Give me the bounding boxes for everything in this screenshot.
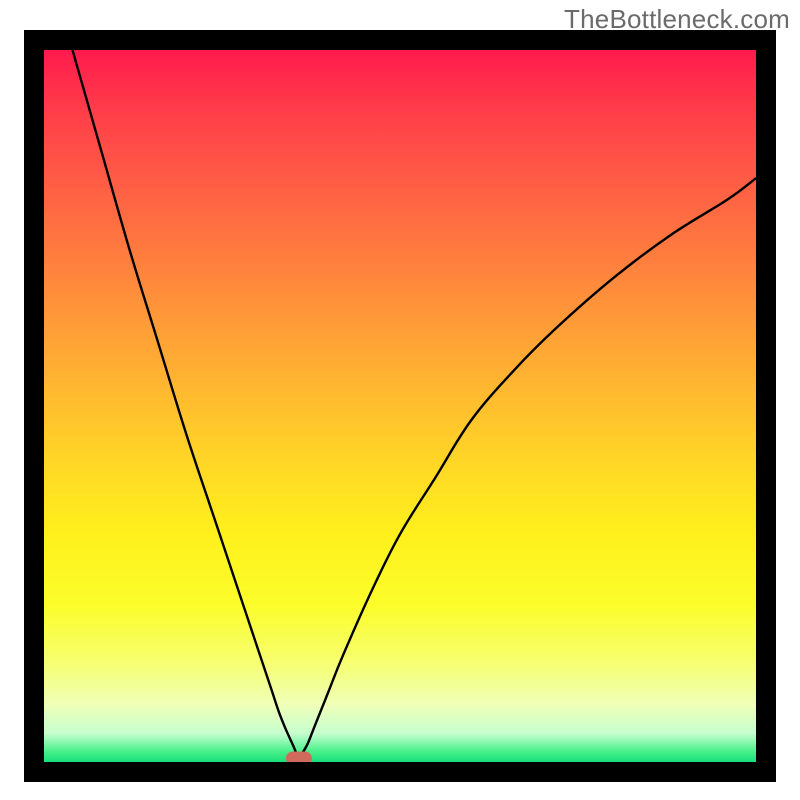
- plot-area: [44, 50, 756, 762]
- curve-layer: [44, 50, 756, 762]
- minimum-marker: [286, 751, 312, 762]
- watermark-text: TheBottleneck.com: [564, 4, 790, 35]
- bottleneck-curve-right: [300, 178, 756, 756]
- chart-container: TheBottleneck.com: [0, 0, 800, 800]
- plot-frame: [24, 30, 776, 782]
- bottleneck-curve-left: [72, 50, 297, 756]
